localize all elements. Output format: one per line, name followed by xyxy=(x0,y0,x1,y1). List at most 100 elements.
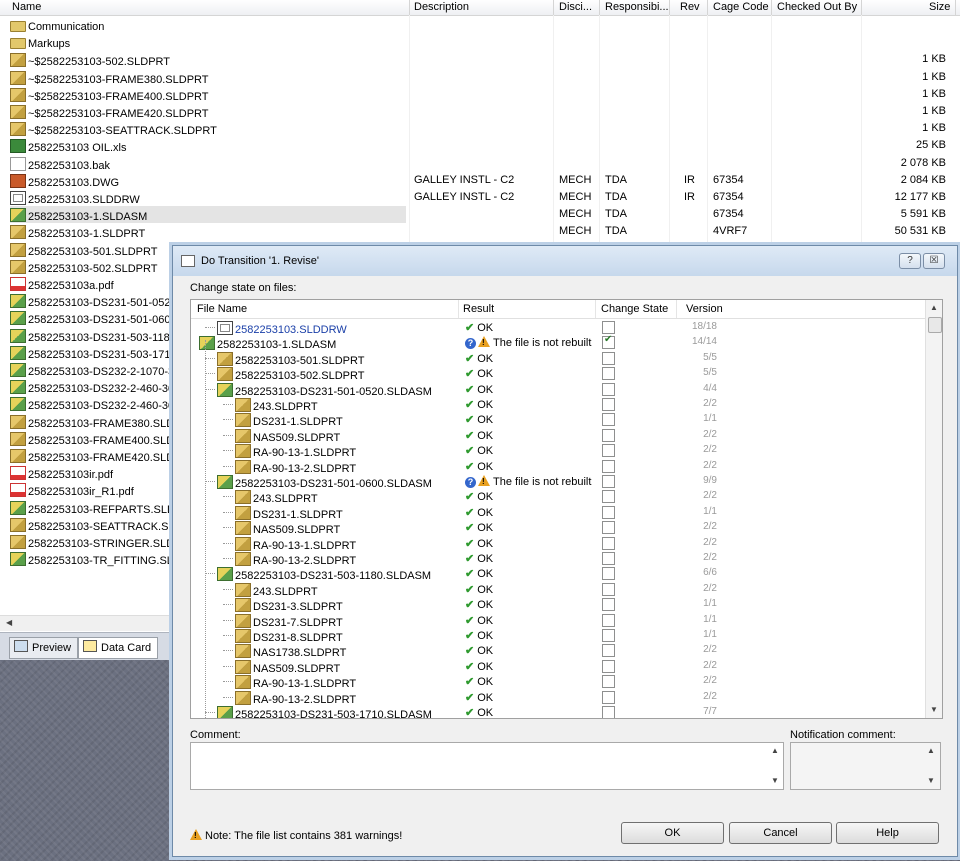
tree-row[interactable]: RA-90-13-1.SLDPRT ✔ OK 2/2 xyxy=(191,536,925,552)
file-row[interactable]: 2582253103-1.SLDPRT MECH TDA 4VRF7 50 53… xyxy=(0,223,960,240)
scroll-left-icon[interactable]: ◀ xyxy=(6,618,12,627)
change-state-checkbox[interactable] xyxy=(602,490,615,504)
column-file-name[interactable]: File Name xyxy=(197,303,247,315)
tree-row[interactable]: RA-90-13-2.SLDPRT ✔ OK 2/2 xyxy=(191,459,925,475)
file-row[interactable]: 2582253103-1.SLDASM MECH TDA 67354 5 591… xyxy=(0,206,960,224)
tree-row[interactable]: 2582253103.SLDDRW ✔ OK 18/18 xyxy=(191,320,925,336)
file-row[interactable]: 2582253103.SLDDRW GALLEY INSTL - C2 MECH… xyxy=(0,189,960,206)
tree-row[interactable]: NAS509.SLDPRT ✔ OK 2/2 xyxy=(191,428,925,444)
change-state-checkbox[interactable] xyxy=(602,398,615,411)
comment-scroll-up-icon[interactable]: ▲ xyxy=(771,746,779,755)
tree-row[interactable]: 2582253103-DS231-501-0520.SLDASM ✔ OK 4/4 xyxy=(191,382,925,398)
tree-row[interactable]: DS231-7.SLDPRT ✔ OK 1/1 xyxy=(191,613,925,629)
file-row[interactable]: ~$2582253103-FRAME400.SLDPRT 1 KB xyxy=(0,86,960,103)
change-state-checkbox[interactable] xyxy=(602,444,615,458)
file-row[interactable]: ~$2582253103-FRAME420.SLDPRT 1 KB xyxy=(0,103,960,120)
tab-data-card[interactable]: Data Card xyxy=(78,637,159,659)
column-responsibility[interactable]: Responsibi... xyxy=(605,1,669,13)
file-row[interactable]: ~$2582253103-FRAME380.SLDPRT 1 KB xyxy=(0,69,960,86)
change-state-checkbox[interactable] xyxy=(602,351,615,365)
column-description[interactable]: Description xyxy=(414,1,469,13)
tree-row[interactable]: RA-90-13-1.SLDPRT ✔ OK 2/2 xyxy=(191,443,925,459)
file-row[interactable]: ~$2582253103-502.SLDPRT 1 KB xyxy=(0,51,960,68)
tree-row[interactable]: 2582253103-DS231-503-1180.SLDASM ✔ OK 6/6 xyxy=(191,566,925,583)
tree-row[interactable]: RA-90-13-2.SLDPRT ✔ OK 2/2 xyxy=(191,690,925,706)
tree-row[interactable]: 2582253103-DS231-503-1710.SLDASM ✔ OK 7/7 xyxy=(191,705,925,718)
comment-scroll-down-icon[interactable]: ▼ xyxy=(771,776,779,785)
tree-row[interactable]: 243.SLDPRT ✔ OK 2/2 xyxy=(191,582,925,598)
change-state-checkbox[interactable] xyxy=(602,582,615,596)
tree-row[interactable]: NAS509.SLDPRT ✔ OK 2/2 xyxy=(191,659,925,675)
notification-scroll-down-icon[interactable]: ▼ xyxy=(927,776,935,785)
column-cage-code[interactable]: Cage Code xyxy=(713,1,769,13)
change-state-checkbox[interactable] xyxy=(602,521,615,535)
file-row[interactable]: Markups xyxy=(0,34,960,51)
cancel-button[interactable]: Cancel xyxy=(729,822,832,844)
change-state-checkbox[interactable] xyxy=(602,690,615,704)
change-state-checkbox[interactable] xyxy=(602,536,615,550)
notification-scroll-up-icon[interactable]: ▲ xyxy=(927,746,935,755)
change-state-checkbox[interactable] xyxy=(602,552,615,565)
file-row[interactable]: 2582253103.DWG GALLEY INSTL - C2 MECH TD… xyxy=(0,172,960,189)
change-state-checkbox[interactable] xyxy=(602,367,615,381)
tree-file-name: 2582253103-DS231-503-1180.SLDASM xyxy=(235,570,432,583)
change-state-checkbox[interactable] xyxy=(602,321,615,334)
change-state-checkbox[interactable] xyxy=(602,567,615,581)
column-discipline[interactable]: Disci... xyxy=(559,1,592,13)
tree-row[interactable]: 243.SLDPRT ✔ OK 2/2 xyxy=(191,397,925,413)
column-name[interactable]: Name xyxy=(12,1,41,13)
change-state-checkbox[interactable] xyxy=(602,644,615,658)
tree-row[interactable]: 243.SLDPRT ✔ OK 2/2 xyxy=(191,489,925,505)
tree-row[interactable]: DS231-8.SLDPRT ✔ OK 1/1 xyxy=(191,628,925,644)
close-button[interactable]: ☒ xyxy=(923,253,945,269)
scroll-up-icon[interactable]: ▲ xyxy=(930,303,938,312)
tree-result: ✔ OK xyxy=(465,537,493,550)
tree-result: ✔ OK xyxy=(465,506,493,519)
scroll-thumb[interactable] xyxy=(928,317,942,333)
notification-comment-textarea[interactable] xyxy=(790,742,941,790)
tree-row[interactable]: RA-90-13-1.SLDPRT ✔ OK 2/2 xyxy=(191,674,925,690)
tree-row[interactable]: 2582253103-DS231-501-0600.SLDASM ? The fi… xyxy=(191,474,925,490)
change-state-checkbox[interactable] xyxy=(602,382,615,396)
comment-textarea[interactable] xyxy=(190,742,784,790)
column-checked-out-by[interactable]: Checked Out By xyxy=(777,1,857,13)
tree-row[interactable]: 2582253103-501.SLDPRT ✔ OK 5/5 xyxy=(191,351,925,367)
file-row[interactable]: Communication xyxy=(0,17,960,34)
change-state-checkbox[interactable] xyxy=(602,334,615,350)
column-version[interactable]: Version xyxy=(686,303,723,315)
change-state-checkbox[interactable] xyxy=(602,505,615,519)
tree-row[interactable]: RA-90-13-2.SLDPRT ✔ OK 2/2 xyxy=(191,551,925,567)
tree-row[interactable]: DS231-3.SLDPRT ✔ OK 1/1 xyxy=(191,597,925,613)
tree-row[interactable]: 2582253103-1.SLDASM ? The file is not reb… xyxy=(191,334,925,351)
tree-row[interactable]: DS231-1.SLDPRT ✔ OK 1/1 xyxy=(191,412,925,428)
change-state-checkbox[interactable] xyxy=(602,629,615,642)
change-state-checkbox[interactable] xyxy=(602,613,615,627)
tree-row[interactable]: 2582253103-502.SLDPRT ✔ OK 5/5 xyxy=(191,366,925,382)
tree-row[interactable]: NAS1738.SLDPRT ✔ OK 2/2 xyxy=(191,643,925,659)
change-state-checkbox[interactable] xyxy=(602,598,615,612)
tree-row[interactable]: DS231-1.SLDPRT ✔ OK 1/1 xyxy=(191,505,925,521)
grid-vertical-scrollbar[interactable]: ▲ ▼ xyxy=(925,300,942,718)
change-state-checkbox[interactable] xyxy=(602,413,615,427)
column-change-state[interactable]: Change State xyxy=(601,303,668,315)
dialog-titlebar[interactable]: Do Transition '1. Revise' ? ☒ xyxy=(173,246,957,276)
column-size[interactable]: Size xyxy=(929,1,950,13)
column-result[interactable]: Result xyxy=(463,303,494,315)
change-state-checkbox[interactable] xyxy=(602,675,615,689)
change-state-checkbox[interactable] xyxy=(602,706,615,718)
tree-result: ✔ OK xyxy=(465,552,493,565)
scroll-down-icon[interactable]: ▼ xyxy=(930,705,938,714)
help-title-button[interactable]: ? xyxy=(899,253,921,269)
ok-button[interactable]: OK xyxy=(621,822,724,844)
change-state-checkbox[interactable] xyxy=(602,428,615,442)
tab-preview[interactable]: Preview xyxy=(9,637,79,659)
tree-row[interactable]: NAS509.SLDPRT ✔ OK 2/2 xyxy=(191,520,925,536)
change-state-checkbox[interactable] xyxy=(602,459,615,473)
change-state-checkbox[interactable] xyxy=(602,475,615,488)
column-rev[interactable]: Rev xyxy=(680,1,700,13)
file-row[interactable]: ~$2582253103-SEATTRACK.SLDPRT 1 KB xyxy=(0,120,960,137)
help-button[interactable]: Help xyxy=(836,822,939,844)
change-state-checkbox[interactable] xyxy=(602,659,615,673)
file-row[interactable]: 2582253103.bak 2 078 KB xyxy=(0,155,960,172)
file-row[interactable]: 2582253103 OIL.xls 25 KB xyxy=(0,137,960,154)
